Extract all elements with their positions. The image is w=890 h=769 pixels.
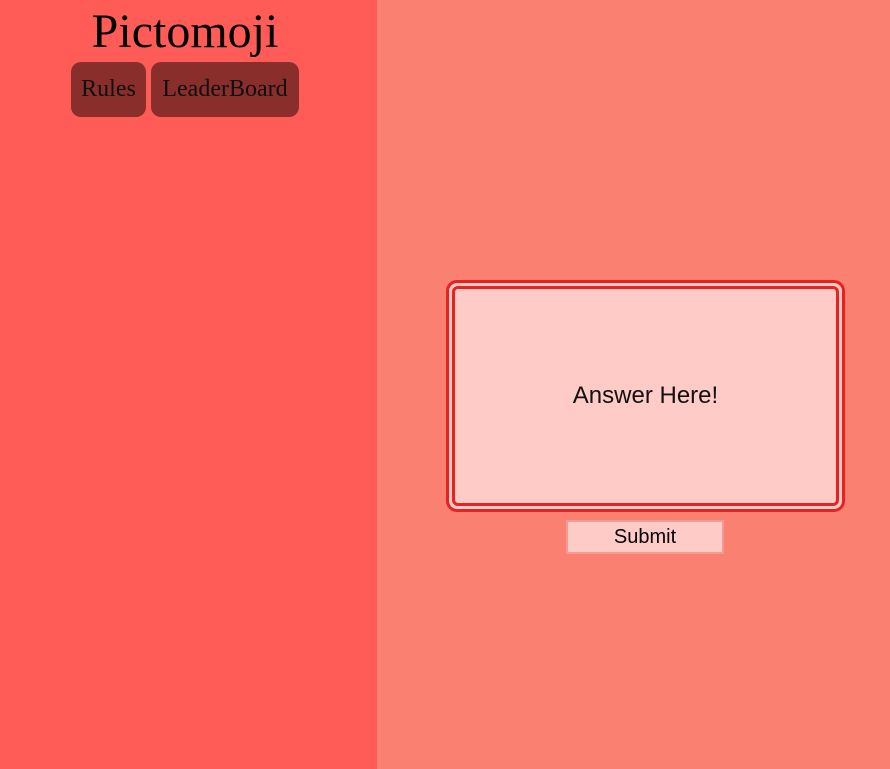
- answer-box[interactable]: Answer Here!: [446, 280, 845, 512]
- leaderboard-button[interactable]: LeaderBoard: [151, 62, 299, 117]
- app-title: Pictomoji: [91, 5, 279, 58]
- sidebar-panel: Pictomoji Rules LeaderBoard: [0, 0, 377, 769]
- submit-button[interactable]: Submit: [566, 520, 724, 554]
- rules-button[interactable]: Rules: [71, 62, 146, 117]
- answer-input[interactable]: Answer Here!: [452, 286, 839, 506]
